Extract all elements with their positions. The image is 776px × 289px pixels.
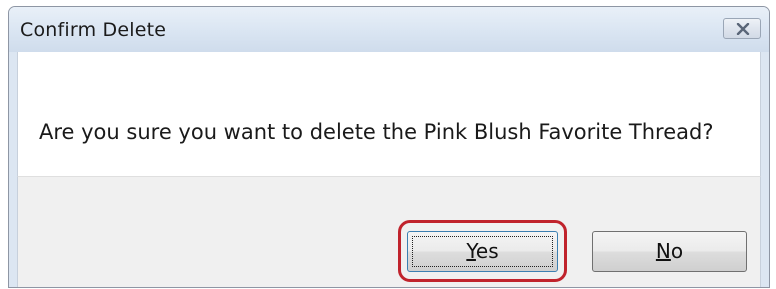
close-button[interactable] xyxy=(723,18,761,39)
title-bar[interactable]: Confirm Delete xyxy=(9,7,769,52)
yes-button[interactable]: Yes xyxy=(407,231,558,272)
yes-button-label-rest: es xyxy=(475,239,499,263)
dialog-title: Confirm Delete xyxy=(20,19,167,41)
no-button-label-rest: o xyxy=(670,239,684,263)
no-button-accel: N xyxy=(655,239,671,263)
no-button[interactable]: No xyxy=(592,231,747,272)
button-bar: Yes No xyxy=(17,176,761,287)
close-icon xyxy=(736,23,750,35)
confirm-delete-dialog: Confirm Delete Are you sure you want to … xyxy=(8,6,770,288)
yes-button-accel: Y xyxy=(466,239,476,263)
message-area: Are you sure you want to delete the Pink… xyxy=(17,52,761,176)
confirmation-message: Are you sure you want to delete the Pink… xyxy=(39,120,714,144)
